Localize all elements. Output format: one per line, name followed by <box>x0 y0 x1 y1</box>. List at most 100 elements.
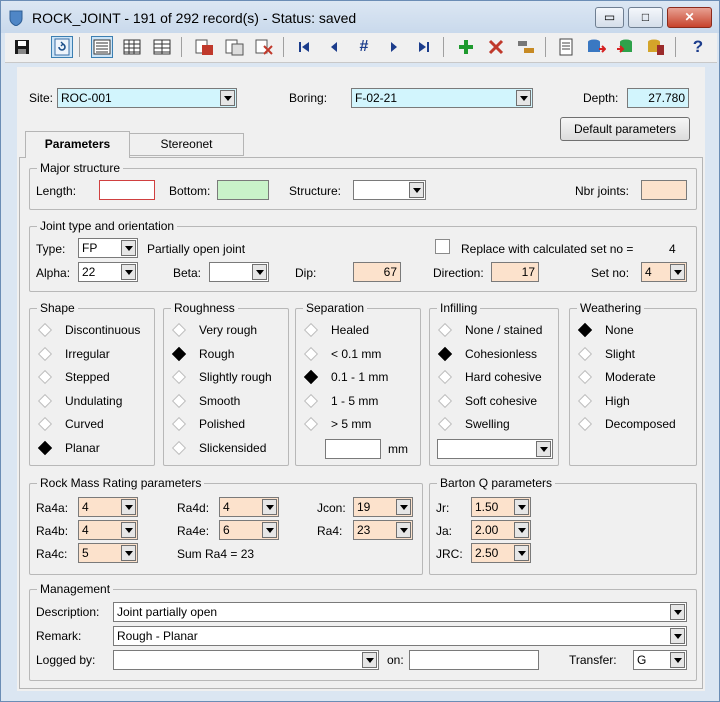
roughness-option[interactable]: Rough <box>173 347 234 361</box>
close-button[interactable]: ✕ <box>667 7 712 28</box>
site-combo[interactable]: ROC-001 <box>57 88 237 108</box>
shape-option[interactable]: Undulating <box>39 394 122 408</box>
infilling-combo[interactable] <box>437 439 553 459</box>
radio-selected-icon[interactable] <box>39 442 51 454</box>
ra4c-combo[interactable]: 5 <box>78 543 138 563</box>
chevron-down-icon[interactable] <box>262 499 277 515</box>
table-view-icon[interactable] <box>121 36 143 58</box>
radio-selected-icon[interactable] <box>173 348 185 360</box>
weathering-option[interactable]: High <box>579 394 630 408</box>
add-record-icon[interactable] <box>455 36 477 58</box>
shape-option[interactable]: Stepped <box>39 370 110 384</box>
separation-option[interactable]: < 0.1 mm <box>305 347 381 361</box>
database-import-icon[interactable] <box>615 36 637 58</box>
radio-icon[interactable] <box>579 348 591 360</box>
alpha-combo[interactable]: 22 <box>78 262 138 282</box>
chevron-down-icon[interactable] <box>670 652 685 668</box>
radio-icon[interactable] <box>439 324 451 336</box>
jrc-combo[interactable]: 2.50 <box>471 543 531 563</box>
transfer-combo[interactable]: G <box>633 650 687 670</box>
help-icon[interactable]: ? <box>687 36 709 58</box>
dip-field[interactable]: 67 <box>353 262 401 282</box>
remark-combo[interactable]: Rough - Planar <box>113 626 687 646</box>
chevron-down-icon[interactable] <box>220 90 235 106</box>
ra4a-combo[interactable]: 4 <box>78 497 138 517</box>
nbr-joints-field[interactable] <box>641 180 687 200</box>
delete-record-icon[interactable] <box>485 36 507 58</box>
weathering-option[interactable]: None <box>579 323 634 337</box>
radio-icon[interactable] <box>39 371 51 383</box>
title-bar[interactable]: ROCK_JOINT - 191 of 292 record(s) - Stat… <box>1 1 719 33</box>
database-book-icon[interactable] <box>645 36 667 58</box>
ra4e-combo[interactable]: 6 <box>219 520 279 540</box>
depth-field[interactable]: 27.780 <box>627 88 689 108</box>
chevron-down-icon[interactable] <box>121 545 136 561</box>
print-icon[interactable] <box>193 36 215 58</box>
tab-stereonet[interactable]: Stereonet <box>130 133 244 156</box>
separation-option[interactable]: 0.1 - 1 mm <box>305 370 388 384</box>
radio-selected-icon[interactable] <box>305 371 317 383</box>
weathering-option[interactable]: Slight <box>579 347 635 361</box>
on-date-field[interactable] <box>409 650 539 670</box>
radio-icon[interactable] <box>579 395 591 407</box>
structure-combo[interactable] <box>353 180 426 200</box>
radio-icon[interactable] <box>305 395 317 407</box>
radio-icon[interactable] <box>579 418 591 430</box>
roughness-option[interactable]: Polished <box>173 417 245 431</box>
length-field[interactable] <box>99 180 155 200</box>
shape-option[interactable]: Planar <box>39 441 100 455</box>
default-parameters-button[interactable]: Default parameters <box>560 117 690 141</box>
weathering-option[interactable]: Decomposed <box>579 417 676 431</box>
form-view-icon[interactable] <box>91 36 113 58</box>
shape-option[interactable]: Discontinuous <box>39 323 140 337</box>
type-combo[interactable]: FP <box>78 238 138 258</box>
radio-icon[interactable] <box>173 395 185 407</box>
radio-icon[interactable] <box>439 371 451 383</box>
radio-icon[interactable] <box>305 324 317 336</box>
split-view-icon[interactable] <box>151 36 173 58</box>
direction-field[interactable]: 17 <box>491 262 539 282</box>
first-record-icon[interactable] <box>293 36 315 58</box>
chevron-down-icon[interactable] <box>536 441 551 457</box>
radio-icon[interactable] <box>173 418 185 430</box>
beta-combo[interactable] <box>209 262 269 282</box>
jr-combo[interactable]: 1.50 <box>471 497 531 517</box>
chevron-down-icon[interactable] <box>396 522 411 538</box>
minimize-button[interactable]: ▭ <box>595 7 624 28</box>
ra4-combo[interactable]: 23 <box>353 520 413 540</box>
chevron-down-icon[interactable] <box>670 628 685 644</box>
chevron-down-icon[interactable] <box>121 499 136 515</box>
boring-combo[interactable]: F-02-21 <box>351 88 533 108</box>
radio-selected-icon[interactable] <box>439 348 451 360</box>
roughness-option[interactable]: Smooth <box>173 394 240 408</box>
ra4d-combo[interactable]: 4 <box>219 497 279 517</box>
chevron-down-icon[interactable] <box>362 652 377 668</box>
radio-icon[interactable] <box>173 442 185 454</box>
radio-icon[interactable] <box>579 371 591 383</box>
radio-icon[interactable] <box>173 371 185 383</box>
radio-icon[interactable] <box>439 418 451 430</box>
infilling-option[interactable]: Soft cohesive <box>439 394 537 408</box>
last-record-icon[interactable] <box>413 36 435 58</box>
goto-record-icon[interactable]: # <box>353 36 375 58</box>
logged-by-combo[interactable] <box>113 650 379 670</box>
set-no-combo[interactable]: 4 <box>641 262 687 282</box>
delete-records-icon[interactable] <box>253 36 275 58</box>
description-combo[interactable]: Joint partially open <box>113 602 687 622</box>
separation-option[interactable]: 1 - 5 mm <box>305 394 378 408</box>
chevron-down-icon[interactable] <box>409 182 424 198</box>
next-record-icon[interactable] <box>383 36 405 58</box>
separation-option[interactable]: Healed <box>305 323 369 337</box>
radio-icon[interactable] <box>305 418 317 430</box>
infilling-option[interactable]: Cohesionless <box>439 347 537 361</box>
previous-record-icon[interactable] <box>323 36 345 58</box>
roughness-option[interactable]: Slightly rough <box>173 370 272 384</box>
chevron-down-icon[interactable] <box>252 264 267 280</box>
chevron-down-icon[interactable] <box>670 604 685 620</box>
shape-option[interactable]: Curved <box>39 417 104 431</box>
save-icon[interactable] <box>11 36 33 58</box>
radio-icon[interactable] <box>39 395 51 407</box>
radio-icon[interactable] <box>173 324 185 336</box>
weathering-option[interactable]: Moderate <box>579 370 656 384</box>
chevron-down-icon[interactable] <box>396 499 411 515</box>
